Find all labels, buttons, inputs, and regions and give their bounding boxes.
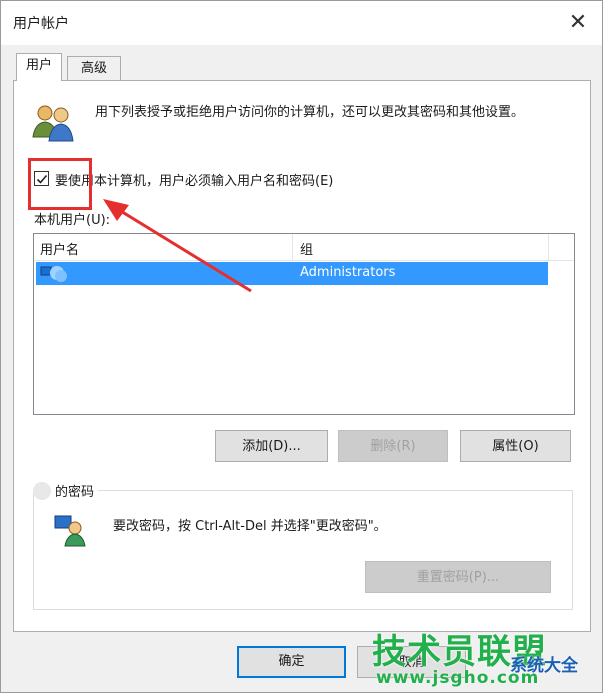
users-icon	[31, 101, 77, 143]
title-bar: 用户帐户 ✕	[1, 1, 602, 45]
tab-advanced[interactable]: 高级	[67, 56, 121, 81]
annotation-highlight-box	[28, 158, 92, 210]
password-user-icon	[53, 513, 87, 547]
require-password-label[interactable]: 要使用本计算机，用户必须输入用户名和密码(E)	[55, 170, 333, 189]
watermark-url: www.jsgho.com	[376, 668, 540, 688]
user-accounts-dialog: 用户帐户 ✕ 用户 高级 用下列表授予或拒绝用户访问你的计算机，还可以更改其密码…	[0, 0, 603, 693]
account-avatar-icon	[33, 482, 51, 500]
password-group-title: 的密码	[51, 481, 99, 500]
description-text: 用下列表授予或拒绝用户访问你的计算机，还可以更改其密码和其他设置。	[95, 105, 525, 120]
properties-button[interactable]: 属性(O)	[460, 430, 571, 462]
reset-password-button[interactable]: 重置密码(P)...	[365, 561, 551, 593]
close-button[interactable]: ✕	[565, 11, 591, 35]
change-password-instructions: 要改密码，按 Ctrl-Alt-Del 并选择"更改密码"。	[113, 519, 387, 534]
user-icon	[39, 264, 69, 288]
remove-user-button[interactable]: 删除(R)	[338, 430, 448, 462]
column-header-group[interactable]: 组	[300, 239, 313, 258]
tab-users[interactable]: 用户	[16, 53, 62, 81]
add-user-button[interactable]: 添加(D)...	[215, 430, 328, 462]
annotation-arrow	[103, 199, 252, 293]
column-header-username[interactable]: 用户名	[40, 239, 79, 258]
window-title: 用户帐户	[13, 16, 69, 32]
ok-button[interactable]: 确定	[237, 646, 346, 678]
row-group: Administrators	[300, 265, 396, 280]
